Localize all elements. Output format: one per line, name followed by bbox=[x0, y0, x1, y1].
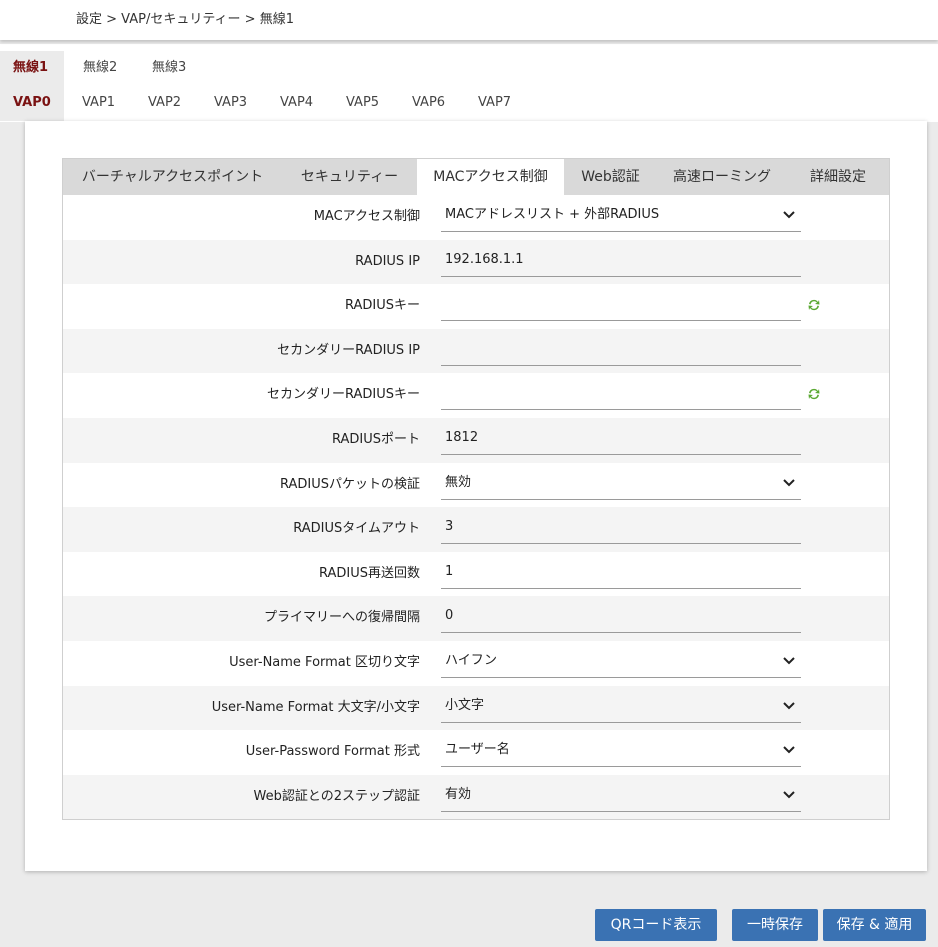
form-row-radius-port: RADIUSポート 1812 bbox=[63, 417, 889, 463]
radius-ip-input[interactable]: 192.168.1.1 bbox=[441, 249, 801, 277]
field-label: セカンダリーRADIUSキー bbox=[266, 387, 420, 403]
select-value: ハイフン bbox=[445, 652, 498, 668]
form-row-secondary-radius-key: セカンダリーRADIUSキー bbox=[63, 373, 889, 418]
two-step-auth-select[interactable]: 有効 bbox=[441, 784, 801, 812]
password-format-select[interactable]: ユーザー名 bbox=[441, 739, 801, 768]
radius-port-input[interactable]: 1812 bbox=[441, 427, 801, 455]
tab-radio-3[interactable]: 無線3 bbox=[133, 51, 203, 86]
select-value: MACアドレスリスト + 外部RADIUS bbox=[445, 207, 660, 222]
tab-vap-3[interactable]: VAP3 bbox=[196, 86, 262, 121]
input-value: 0 bbox=[445, 608, 454, 624]
form-row-radius-packet-verify: RADIUSパケットの検証 無効 bbox=[63, 463, 889, 508]
form-rows: MACアクセス制御 MACアドレスリスト + 外部RADIUS RADIUS I… bbox=[63, 195, 889, 820]
save-apply-button[interactable]: 保存 & 適用 bbox=[823, 909, 926, 941]
refresh-icon[interactable] bbox=[807, 387, 821, 401]
select-value: ユーザー名 bbox=[445, 742, 510, 758]
tab-radio-2[interactable]: 無線2 bbox=[64, 51, 133, 86]
select-value: 有効 bbox=[445, 786, 472, 802]
form-row-radius-timeout: RADIUSタイムアウト 3 bbox=[63, 507, 889, 552]
primary-return-interval-input[interactable]: 0 bbox=[441, 605, 801, 634]
tab-advanced[interactable]: 詳細設定 bbox=[787, 159, 889, 195]
tab-radio-1[interactable]: 無線1 bbox=[0, 51, 64, 86]
field-label: プライマリーへの復帰間隔 bbox=[263, 610, 420, 626]
radius-timeout-input[interactable]: 3 bbox=[441, 516, 801, 545]
field-label: RADIUSパケットの検証 bbox=[279, 476, 420, 492]
field-label: MACアクセス制御 bbox=[313, 209, 420, 224]
tab-vap-1[interactable]: VAP1 bbox=[64, 86, 130, 121]
input-value: 1 bbox=[445, 563, 454, 579]
tab-vap-4[interactable]: VAP4 bbox=[262, 86, 328, 121]
temp-save-button[interactable]: 一時保存 bbox=[732, 909, 818, 941]
form-row-primary-return: プライマリーへの復帰間隔 0 bbox=[63, 596, 889, 641]
form-row-radius-retries: RADIUS再送回数 1 bbox=[63, 552, 889, 597]
chevron-down-icon bbox=[783, 478, 795, 486]
select-value: 無効 bbox=[445, 474, 472, 490]
sub-tabs: バーチャルアクセスポイント セキュリティー MACアクセス制御 Web認証 高速… bbox=[63, 159, 889, 195]
chevron-down-icon bbox=[783, 791, 795, 799]
form-row-password-format: User-Password Format 形式 ユーザー名 bbox=[63, 730, 889, 775]
secondary-radius-key-input[interactable] bbox=[441, 382, 801, 411]
field-label: RADIUSポート bbox=[331, 431, 420, 447]
chevron-down-icon bbox=[783, 701, 795, 709]
tab-security[interactable]: セキュリティー bbox=[282, 159, 417, 195]
chevron-down-icon bbox=[783, 211, 795, 219]
form-row-two-step-auth: Web認証との2ステップ認証 有効 bbox=[63, 774, 889, 820]
form-row-radius-key: RADIUSキー bbox=[63, 284, 889, 329]
field-label: RADIUSタイムアウト bbox=[293, 521, 420, 537]
field-label: RADIUS再送回数 bbox=[318, 565, 420, 581]
field-label: User-Name Format 大文字/小文字 bbox=[211, 699, 420, 715]
username-delimiter-select[interactable]: ハイフン bbox=[441, 650, 801, 678]
field-label: RADIUSキー bbox=[344, 298, 420, 314]
field-label: セカンダリーRADIUS IP bbox=[277, 342, 420, 358]
tab-web-auth[interactable]: Web認証 bbox=[564, 159, 657, 195]
radio-tabs: 無線1 無線2 無線3 bbox=[0, 51, 203, 86]
form-row-username-delimiter: User-Name Format 区切り文字 ハイフン bbox=[63, 641, 889, 686]
mac-access-select[interactable]: MACアドレスリスト + 外部RADIUS bbox=[441, 204, 801, 232]
field-label: User-Password Format 形式 bbox=[245, 744, 420, 760]
tab-vap-2[interactable]: VAP2 bbox=[130, 86, 196, 121]
form-row-username-case: User-Name Format 大文字/小文字 小文字 bbox=[63, 685, 889, 731]
field-label: Web認証との2ステップ認証 bbox=[253, 788, 420, 804]
chevron-down-icon bbox=[783, 746, 795, 754]
input-value: 3 bbox=[445, 519, 454, 535]
refresh-icon[interactable] bbox=[807, 298, 821, 312]
tab-virtual-ap[interactable]: バーチャルアクセスポイント bbox=[63, 159, 282, 195]
radius-key-input[interactable] bbox=[441, 293, 801, 322]
select-value: 小文字 bbox=[445, 697, 485, 713]
form-row-radius-ip: RADIUS IP 192.168.1.1 bbox=[63, 239, 889, 285]
input-value: 1812 bbox=[445, 429, 479, 445]
form-row-mac-access: MACアクセス制御 MACアドレスリスト + 外部RADIUS bbox=[63, 195, 889, 240]
secondary-radius-ip-input[interactable] bbox=[441, 338, 801, 366]
chevron-down-icon bbox=[783, 657, 795, 665]
tab-vap-7[interactable]: VAP7 bbox=[460, 86, 526, 121]
tab-vap-0[interactable]: VAP0 bbox=[0, 86, 64, 121]
settings-panel: バーチャルアクセスポイント セキュリティー MACアクセス制御 Web認証 高速… bbox=[25, 121, 927, 871]
tab-vap-6[interactable]: VAP6 bbox=[394, 86, 460, 121]
qr-code-button[interactable]: QRコード表示 bbox=[595, 909, 717, 941]
input-value: 192.168.1.1 bbox=[445, 251, 524, 267]
radius-packet-verify-select[interactable]: 無効 bbox=[441, 472, 801, 500]
tab-fast-roaming[interactable]: 高速ローミング bbox=[657, 159, 787, 195]
breadcrumb: 設定 > VAP/セキュリティー > 無線1 bbox=[0, 0, 938, 40]
tab-vap-5[interactable]: VAP5 bbox=[328, 86, 394, 121]
tab-mac-access[interactable]: MACアクセス制御 bbox=[417, 159, 564, 195]
form-row-secondary-radius-ip: セカンダリーRADIUS IP bbox=[63, 328, 889, 374]
field-label: RADIUS IP bbox=[355, 253, 420, 269]
mac-access-section: バーチャルアクセスポイント セキュリティー MACアクセス制御 Web認証 高速… bbox=[62, 158, 890, 820]
vap-tabs: VAP0 VAP1 VAP2 VAP3 VAP4 VAP5 VAP6 VAP7 bbox=[0, 86, 526, 121]
username-case-select[interactable]: 小文字 bbox=[441, 695, 801, 723]
field-label: User-Name Format 区切り文字 bbox=[229, 654, 420, 670]
radius-retries-input[interactable]: 1 bbox=[441, 561, 801, 589]
